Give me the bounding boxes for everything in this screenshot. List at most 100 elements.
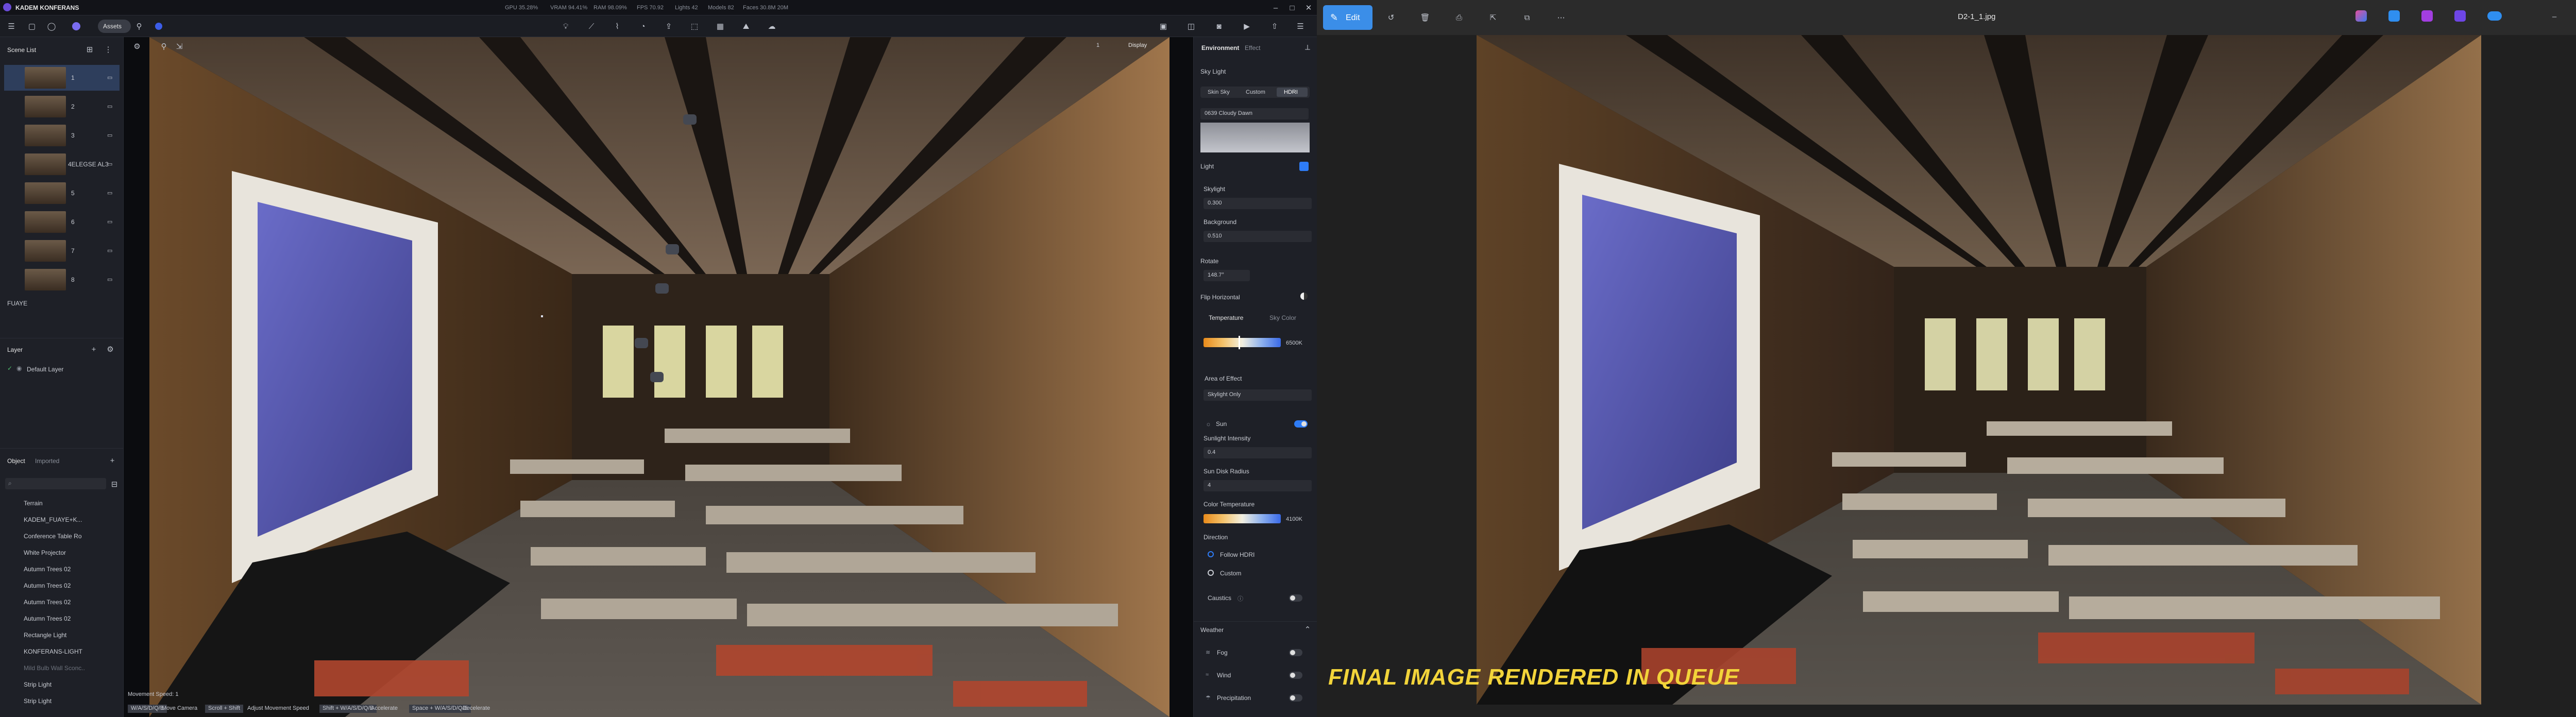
wind-toggle[interactable]: [1289, 672, 1302, 679]
tab-imported[interactable]: Imported: [35, 457, 59, 465]
object-row[interactable]: Autumn Trees 02: [24, 599, 71, 606]
media-icon[interactable]: [2454, 10, 2466, 22]
light-marker-icon[interactable]: [655, 283, 669, 294]
camera-icon[interactable]: ▭: [107, 276, 112, 283]
camera-icon[interactable]: ▭: [107, 218, 112, 225]
pin-icon[interactable]: ⇲: [172, 39, 187, 54]
path-icon[interactable]: ⌇: [610, 19, 624, 33]
flip-toggle-icon[interactable]: [1300, 293, 1308, 300]
scene-menu-icon[interactable]: ⋮: [101, 42, 115, 57]
custom-direction-radio[interactable]: [1208, 570, 1214, 576]
designer-icon[interactable]: [2388, 10, 2400, 22]
object-row[interactable]: Strip Light: [24, 697, 52, 705]
sun-toggle[interactable]: [1294, 420, 1308, 428]
onedrive-icon[interactable]: [2487, 11, 2502, 21]
light-marker-icon[interactable]: [635, 338, 648, 348]
sky-mode-skin-sky[interactable]: Skin Sky: [1208, 89, 1230, 95]
background-input[interactable]: 0.510: [1204, 231, 1312, 242]
camera-marker-icon[interactable]: [666, 244, 679, 254]
sky-mode-hdri[interactable]: HDRI: [1277, 88, 1308, 97]
caustics-toggle[interactable]: [1289, 594, 1302, 602]
chevron-up-icon[interactable]: ⌃: [1300, 622, 1315, 637]
edit-button[interactable]: ✎ Edit: [1323, 5, 1372, 30]
camera-icon[interactable]: ▭: [107, 132, 112, 139]
scene-item[interactable]: 2 ▭: [4, 94, 120, 120]
tag-icon[interactable]: ⚲: [132, 19, 146, 33]
minimize-icon[interactable]: –: [2547, 9, 2562, 24]
share-icon[interactable]: ⇱: [1486, 10, 1500, 25]
export-icon[interactable]: ⇧: [1267, 19, 1282, 33]
eye-icon[interactable]: ◉: [16, 365, 22, 372]
snap-icon[interactable]: ⚲: [157, 39, 171, 54]
clipchamp-icon[interactable]: [2421, 10, 2433, 22]
layer-settings-icon[interactable]: ⚙: [103, 342, 117, 356]
copilot-icon[interactable]: [2355, 10, 2367, 22]
import-icon[interactable]: ⇪: [662, 19, 676, 33]
object-row[interactable]: Autumn Trees 02: [24, 566, 71, 573]
terrain-icon[interactable]: ⛰: [739, 19, 753, 33]
sun-disk-radius-input[interactable]: 4: [1204, 480, 1312, 491]
display-button[interactable]: Display: [1128, 42, 1147, 48]
follow-hdri-radio[interactable]: [1208, 551, 1214, 557]
tab-object[interactable]: Object: [7, 457, 25, 465]
measure-icon[interactable]: ⟋: [584, 19, 599, 33]
cube-icon[interactable]: ⬚: [687, 19, 702, 33]
rotate-icon[interactable]: ↺: [1384, 10, 1398, 25]
maximize-icon[interactable]: □: [2574, 9, 2576, 24]
circle-icon[interactable]: ◔: [636, 19, 650, 33]
assets-button[interactable]: Assets: [98, 20, 131, 33]
color-temperature-slider[interactable]: [1204, 514, 1281, 523]
light-settings-icon[interactable]: [1299, 162, 1309, 171]
camera-icon[interactable]: ◙: [1212, 19, 1226, 33]
close-icon[interactable]: ✕: [1301, 1, 1316, 15]
camera-icon[interactable]: ▭: [107, 103, 112, 110]
object-row[interactable]: Autumn Trees 02: [24, 615, 71, 622]
tab-environment[interactable]: Environment: [1201, 44, 1239, 52]
scene-item[interactable]: 8 ▭: [4, 267, 120, 293]
camera-icon[interactable]: ▭: [107, 247, 112, 254]
scene-item[interactable]: 1 ▭: [4, 65, 120, 91]
light-bulb-icon[interactable]: 💡︎: [558, 19, 573, 33]
queue-icon[interactable]: ☰: [1293, 19, 1308, 33]
object-row[interactable]: KADEM_FUAYE+K...: [24, 516, 82, 523]
sky-mode-custom[interactable]: Custom: [1246, 89, 1265, 95]
tab-effect[interactable]: Effect: [1245, 44, 1260, 52]
skylight-input[interactable]: 0.300: [1204, 198, 1312, 209]
object-row[interactable]: Strip Light: [24, 681, 52, 688]
scene-item[interactable]: 6 ▭: [4, 209, 120, 235]
filter-icon[interactable]: ⊟: [107, 477, 122, 491]
hdri-select[interactable]: 0639 Cloudy Dawn: [1200, 108, 1309, 120]
object-row[interactable]: White Projector: [24, 549, 66, 556]
camera-icon[interactable]: ▭: [107, 161, 112, 167]
delete-icon[interactable]: 🗑︎: [1418, 10, 1432, 25]
view-settings-icon[interactable]: ⚙: [130, 39, 144, 54]
add-layer-icon[interactable]: +: [87, 342, 101, 356]
object-search-input[interactable]: ⌕: [5, 478, 106, 489]
add-scene-icon[interactable]: ⊞: [82, 42, 97, 57]
color-picker-icon[interactable]: [151, 19, 166, 33]
minimize-icon[interactable]: –: [1268, 1, 1283, 15]
add-object-icon[interactable]: +: [105, 453, 120, 468]
video-icon[interactable]: ▶: [1240, 19, 1254, 33]
layer-item[interactable]: Default Layer: [27, 366, 63, 373]
hdri-preview[interactable]: [1200, 123, 1310, 152]
info-icon[interactable]: ⓘ: [1238, 594, 1243, 603]
light-marker-icon[interactable]: [650, 372, 664, 382]
scene-group-fuaye[interactable]: FUAYE: [7, 300, 27, 307]
more-icon[interactable]: ⋯: [1554, 10, 1568, 25]
temperature-slider[interactable]: [1204, 338, 1281, 347]
render-image-icon[interactable]: ▣: [1156, 19, 1171, 33]
panorama-icon[interactable]: ◫: [1184, 19, 1198, 33]
maximize-icon[interactable]: □: [1285, 1, 1299, 15]
grid-icon[interactable]: ▦: [713, 19, 727, 33]
slideshow-icon[interactable]: ⧉: [1520, 10, 1534, 25]
chat-icon[interactable]: ◯: [44, 19, 59, 33]
rotate-input[interactable]: 148.7°: [1204, 270, 1250, 281]
sky-icon[interactable]: ☁: [765, 19, 779, 33]
scene-item[interactable]: 4ELEGSE AL3 ▭: [4, 151, 120, 177]
viewport-scale[interactable]: 1: [1096, 42, 1099, 48]
print-icon[interactable]: ⎙: [1452, 10, 1466, 25]
camera-icon[interactable]: ▭: [107, 190, 112, 196]
object-row[interactable]: KONFERANS-LIGHT: [24, 648, 82, 655]
scene-item[interactable]: 7 ▭: [4, 238, 120, 264]
